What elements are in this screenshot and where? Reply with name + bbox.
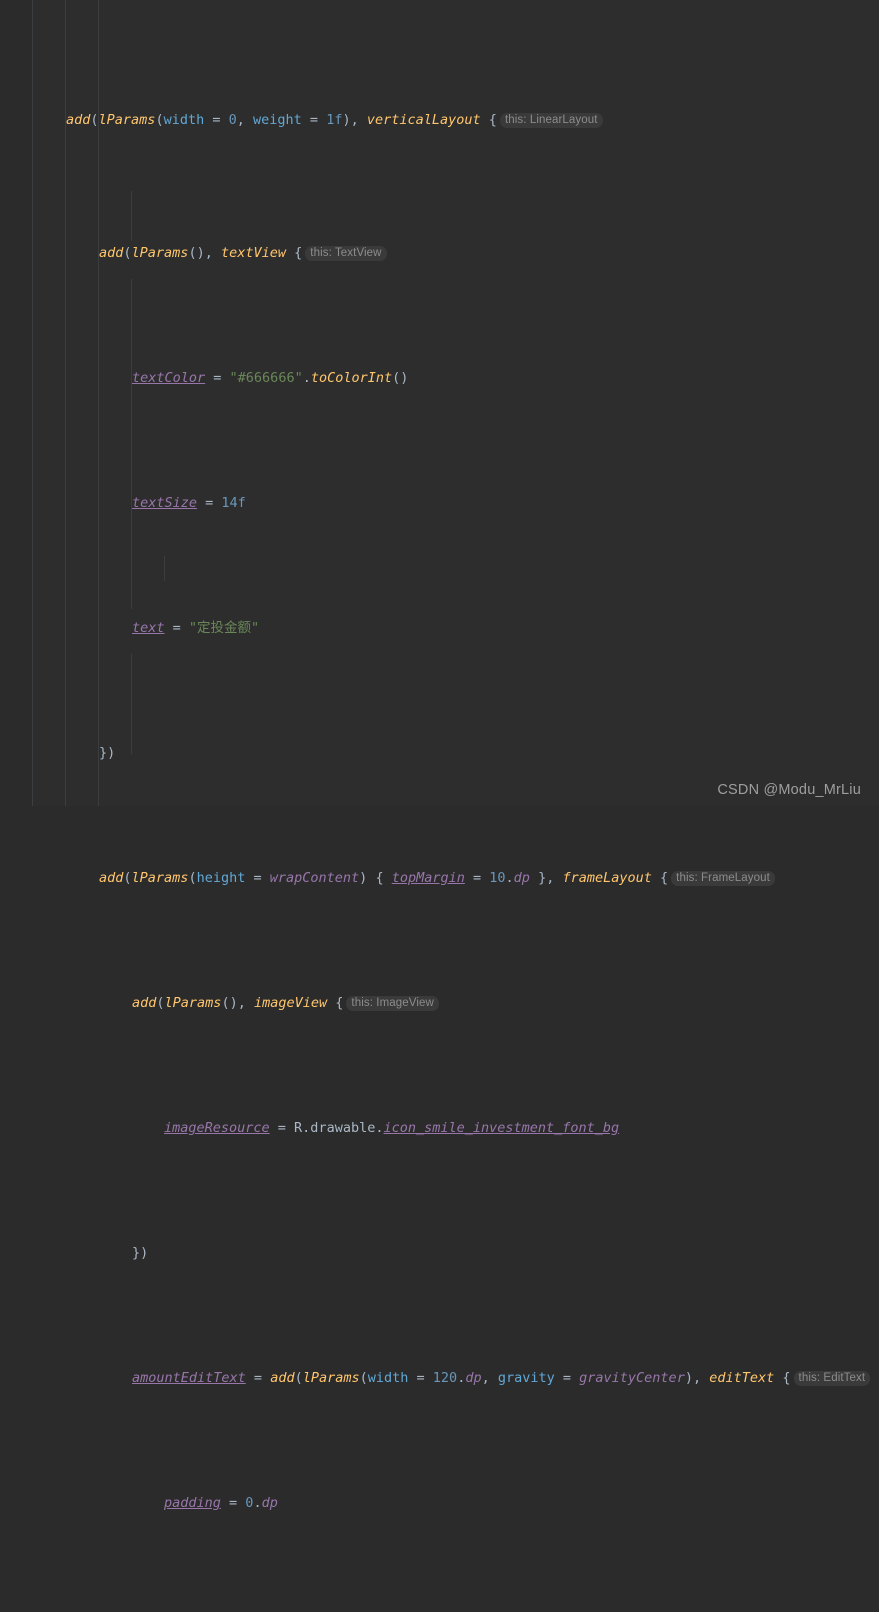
code-editor[interactable]: add(lParams(width = 0, weight = 1f), ver… [0,0,879,1511]
inlay-hint-this-edit-text: this: EditText [793,1371,871,1386]
code-line[interactable]: }) [33,1241,879,1266]
block-indent-guide [131,279,132,609]
code-line[interactable]: imageResource = R.drawable.icon_smile_in… [33,1116,879,1141]
inlay-hint-this-image-view: this: ImageView [346,996,439,1011]
inlay-hint-this-text-view: this: TextView [305,246,387,261]
code-line[interactable]: add(lParams(), imageView {this: ImageVie… [33,991,879,1016]
block-indent-guide [131,654,132,754]
block-indent-guide [164,556,165,581]
block-indent-guide [131,191,132,241]
code-line[interactable]: padding = 0.dp [33,1491,879,1516]
code-content[interactable]: add(lParams(width = 0, weight = 1f), ver… [33,0,879,1511]
code-line[interactable]: add(lParams(width = 0, weight = 1f), ver… [33,100,879,141]
code-line[interactable]: add(lParams(), textView {this: TextView [33,241,879,266]
block-indent-guide [98,41,99,141]
code-line[interactable]: text = "定投金额" [33,616,879,641]
inlay-hint-this-frame-layout: this: FrameLayout [671,871,775,886]
csdn-watermark: CSDN @Modu_MrLiu [717,782,861,798]
inlay-hint-this-linear-layout: this: LinearLayout [499,113,603,128]
editor-gutter [0,0,33,806]
code-line[interactable]: textColor = "#666666".toColorInt() [33,366,879,391]
code-line[interactable]: add(lParams(height = wrapContent) { topM… [33,866,879,891]
code-line[interactable]: }) [33,741,879,766]
code-line[interactable]: textSize = 14f [33,491,879,516]
code-line[interactable]: amountEditText = add(lParams(width = 120… [33,1366,879,1391]
